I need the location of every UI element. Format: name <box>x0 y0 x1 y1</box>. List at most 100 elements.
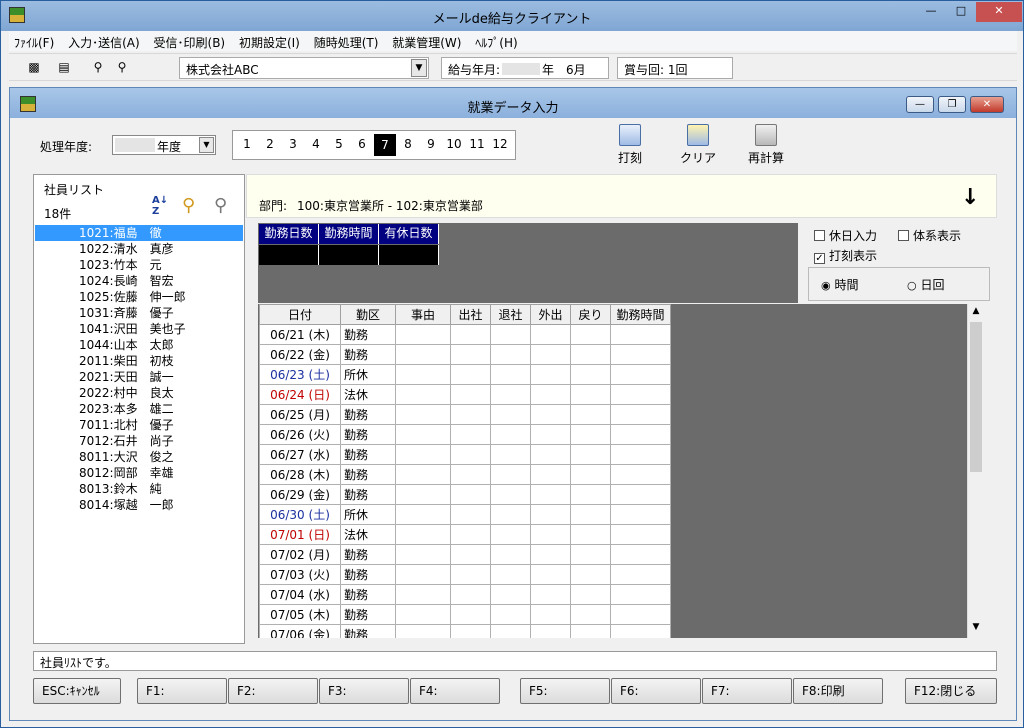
work-hours-cell[interactable] <box>610 424 671 445</box>
clear-search-icon[interactable]: ⚲ <box>214 195 238 219</box>
table-row[interactable]: 06/30 (土) 所休 <box>259 504 671 525</box>
work-hours-cell[interactable] <box>610 624 671 638</box>
date-cell[interactable]: 06/29 (金) <box>259 484 341 505</box>
table-row[interactable]: 06/21 (木) 勤務 <box>259 324 671 345</box>
f4-button[interactable]: F4: <box>410 678 500 704</box>
return-cell[interactable] <box>570 544 611 565</box>
return-cell[interactable] <box>570 324 611 345</box>
system-display-checkbox[interactable]: 体系表示 <box>898 227 961 244</box>
work-hours-cell[interactable] <box>610 444 671 465</box>
go-out-cell[interactable] <box>530 444 571 465</box>
month-3[interactable]: 3 <box>282 137 304 151</box>
f7-button[interactable]: F7: <box>702 678 792 704</box>
work-hours-cell[interactable] <box>610 364 671 385</box>
list-item[interactable]: 1041:沢田 美也子 <box>35 321 243 337</box>
kind-cell[interactable]: 勤務 <box>340 424 396 445</box>
table-row[interactable]: 07/01 (日) 法休 <box>259 524 671 545</box>
scroll-down-icon[interactable]: ▼ <box>970 622 982 632</box>
kind-cell[interactable]: 勤務 <box>340 544 396 565</box>
in-cell[interactable] <box>450 524 491 545</box>
in-cell[interactable] <box>450 464 491 485</box>
month-10[interactable]: 10 <box>443 137 465 151</box>
holiday-input-checkbox[interactable]: 休日入力 <box>814 227 877 244</box>
list-item[interactable]: 1031:斉藤 優子 <box>35 305 243 321</box>
menu-work-management[interactable]: 就業管理(W) <box>387 31 466 51</box>
table-row[interactable]: 06/28 (木) 勤務 <box>259 464 671 485</box>
list-item[interactable]: 8011:大沢 俊之 <box>35 449 243 465</box>
table-row[interactable]: 06/26 (火) 勤務 <box>259 424 671 445</box>
list-item[interactable]: 2011:柴田 初枝 <box>35 353 243 369</box>
in-cell[interactable] <box>450 324 491 345</box>
kind-cell[interactable]: 勤務 <box>340 444 396 465</box>
out-cell[interactable] <box>490 604 531 625</box>
radio-day[interactable]: ○ 日回 <box>907 276 944 293</box>
return-cell[interactable] <box>570 444 611 465</box>
go-out-cell[interactable] <box>530 404 571 425</box>
out-cell[interactable] <box>490 464 531 485</box>
stamp-button[interactable]: 打刻 <box>602 124 658 168</box>
work-hours-cell[interactable] <box>610 384 671 405</box>
work-hours-cell[interactable] <box>610 404 671 425</box>
scroll-up-icon[interactable]: ▲ <box>970 306 982 316</box>
table-row[interactable]: 07/05 (木) 勤務 <box>259 604 671 625</box>
go-out-cell[interactable] <box>530 384 571 405</box>
menu-input-send[interactable]: 入力･送信(A) <box>63 31 145 51</box>
date-cell[interactable]: 06/30 (土) <box>259 504 341 525</box>
kind-cell[interactable]: 勤務 <box>340 604 396 625</box>
company-select[interactable]: 株式会社ABC ▼ <box>179 57 429 79</box>
return-cell[interactable] <box>570 464 611 485</box>
work-hours-cell[interactable] <box>610 464 671 485</box>
in-cell[interactable] <box>450 344 491 365</box>
return-cell[interactable] <box>570 484 611 505</box>
in-cell[interactable] <box>450 404 491 425</box>
table-row[interactable]: 07/06 (金) 勤務 <box>259 624 671 638</box>
kind-cell[interactable]: 勤務 <box>340 324 396 345</box>
in-cell[interactable] <box>450 444 491 465</box>
table-row[interactable]: 06/24 (日) 法休 <box>259 384 671 405</box>
kind-cell[interactable]: 法休 <box>340 524 396 545</box>
reason-cell[interactable] <box>395 404 451 425</box>
in-cell[interactable] <box>450 604 491 625</box>
date-cell[interactable]: 07/01 (日) <box>259 524 341 545</box>
date-cell[interactable]: 06/27 (水) <box>259 444 341 465</box>
month-4[interactable]: 4 <box>305 137 327 151</box>
f6-button[interactable]: F6: <box>611 678 701 704</box>
reason-cell[interactable] <box>395 544 451 565</box>
list-item[interactable]: 1024:長崎 智宏 <box>35 273 243 289</box>
out-cell[interactable] <box>490 564 531 585</box>
year-select[interactable]: 年度 ▼ <box>112 135 216 155</box>
work-hours-cell[interactable] <box>610 564 671 585</box>
inner-close-button[interactable]: ✕ <box>970 96 1004 113</box>
search-icon[interactable]: ⚲ <box>182 195 206 219</box>
in-cell[interactable] <box>450 584 491 605</box>
kind-cell[interactable]: 勤務 <box>340 484 396 505</box>
radio-time[interactable]: ◉ 時間 <box>821 276 858 293</box>
in-cell[interactable] <box>450 624 491 638</box>
return-cell[interactable] <box>570 424 611 445</box>
reason-cell[interactable] <box>395 444 451 465</box>
kind-cell[interactable]: 所休 <box>340 504 396 525</box>
out-cell[interactable] <box>490 324 531 345</box>
scroll-thumb[interactable] <box>970 322 982 472</box>
in-cell[interactable] <box>450 544 491 565</box>
reason-cell[interactable] <box>395 584 451 605</box>
list-item[interactable]: 8014:塚越 一郎 <box>35 497 243 513</box>
in-cell[interactable] <box>450 364 491 385</box>
table-row[interactable]: 06/23 (土) 所休 <box>259 364 671 385</box>
date-cell[interactable]: 06/26 (火) <box>259 424 341 445</box>
go-out-cell[interactable] <box>530 624 571 638</box>
return-cell[interactable] <box>570 504 611 525</box>
year-dropdown-icon[interactable]: ▼ <box>199 137 214 153</box>
kind-cell[interactable]: 勤務 <box>340 464 396 485</box>
table-row[interactable]: 06/29 (金) 勤務 <box>259 484 671 505</box>
list-item[interactable]: 2023:本多 雄二 <box>35 401 243 417</box>
f5-button[interactable]: F5: <box>520 678 610 704</box>
in-cell[interactable] <box>450 484 491 505</box>
date-cell[interactable]: 06/21 (木) <box>259 324 341 345</box>
go-out-cell[interactable] <box>530 524 571 545</box>
go-out-cell[interactable] <box>530 604 571 625</box>
date-cell[interactable]: 07/02 (月) <box>259 544 341 565</box>
kind-cell[interactable]: 法休 <box>340 384 396 405</box>
month-2[interactable]: 2 <box>259 137 281 151</box>
month-9[interactable]: 9 <box>420 137 442 151</box>
